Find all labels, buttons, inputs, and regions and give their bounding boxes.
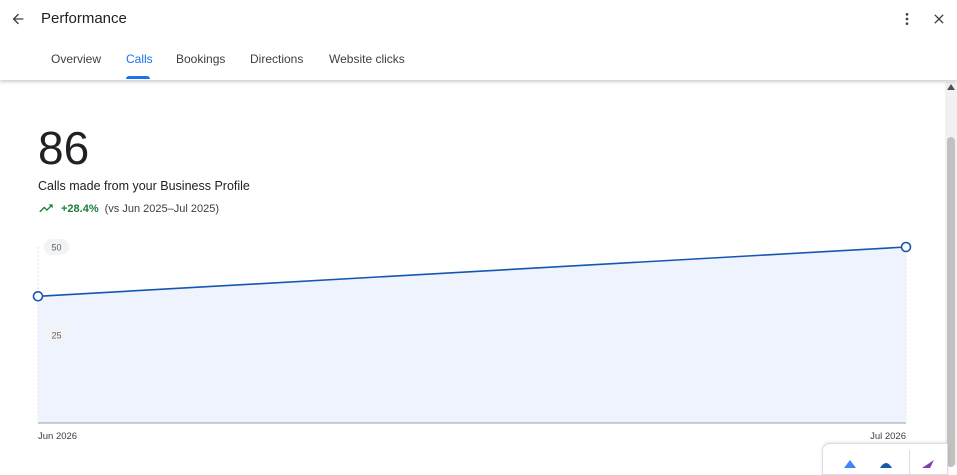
data-point [900, 241, 912, 253]
tray-divider [909, 450, 910, 474]
vertical-scrollbar[interactable] [945, 82, 957, 467]
arrow-back-icon [12, 13, 24, 25]
trend-comparison-period: (vs Jun 2025–Jul 2025) [104, 203, 219, 215]
page-title: Performance [41, 10, 127, 27]
app-shortcut-icon[interactable] [879, 458, 893, 468]
metric-label: Calls made from your Business Profile [38, 179, 250, 193]
tab-directions[interactable]: Directions [250, 52, 303, 80]
x-tick-label: Jul 2026 [870, 431, 906, 442]
tab-bar: Overview Calls Bookings Directions Websi… [0, 52, 600, 80]
data-point [32, 290, 44, 302]
back-button[interactable] [6, 7, 30, 31]
floating-app-tray [822, 443, 948, 475]
app-shortcut-icon[interactable] [843, 458, 857, 468]
more-options-button[interactable] [895, 7, 919, 31]
tab-bookings[interactable]: Bookings [176, 52, 225, 80]
active-tab-indicator [126, 76, 150, 79]
tab-website-clicks[interactable]: Website clicks [329, 52, 405, 80]
trend-percent: +28.4% [61, 203, 99, 215]
more-vert-icon [905, 13, 909, 25]
scroll-up-arrow-icon[interactable] [947, 84, 955, 90]
top-bar: Performance Overview Calls Bookings Dire… [0, 0, 957, 80]
metric-value: 86 [38, 122, 90, 174]
calls-area-chart: 50 25 Jun 2026 Jul 2026 [32, 239, 912, 442]
x-tick-label: Jun 2026 [38, 431, 77, 442]
y-tick-label: 50 [51, 243, 61, 253]
trending-up-icon [39, 204, 53, 213]
y-tick-label: 25 [51, 331, 61, 341]
close-button[interactable] [927, 7, 951, 31]
app-shortcut-icon[interactable] [921, 458, 935, 468]
trend-row: +28.4% (vs Jun 2025–Jul 2025) [38, 201, 219, 217]
scrollbar-thumb[interactable] [947, 137, 955, 467]
series-area [38, 247, 906, 423]
close-icon [934, 14, 944, 24]
chart-plot: 50 25 Jun 2026 Jul 2026 [32, 239, 912, 442]
tab-overview[interactable]: Overview [51, 52, 101, 80]
